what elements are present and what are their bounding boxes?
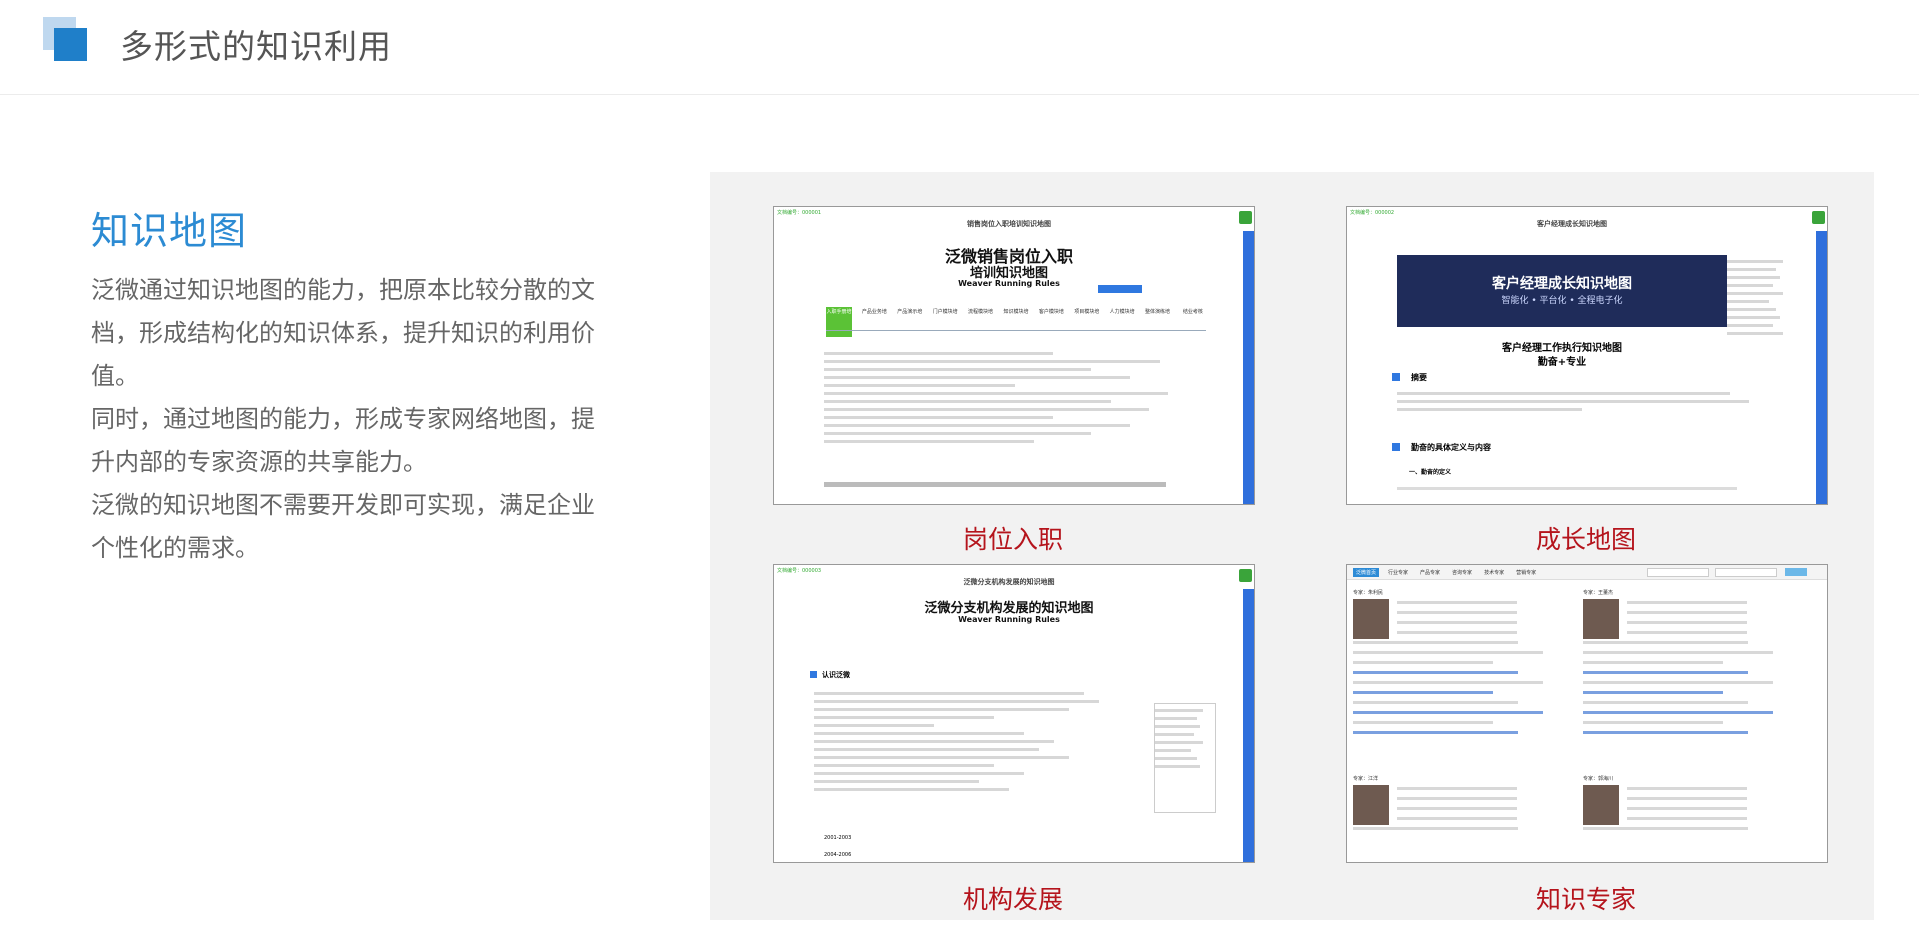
intro-paragraph-3: 泛微的知识地图不需要开发即可实现，满足企业个性化的需求。 bbox=[91, 491, 595, 562]
card-caption-2: 成长地图 bbox=[1535, 525, 1636, 554]
scrollbar[interactable] bbox=[824, 482, 1166, 487]
search-button[interactable] bbox=[1785, 568, 1807, 576]
avatar bbox=[1353, 599, 1389, 639]
card-caption-3: 机构发展 bbox=[962, 885, 1063, 914]
section-heading-2: 勤奋的具体定义与内容 bbox=[1411, 443, 1491, 452]
doc-title: 客户经理工作执行知识地图 bbox=[1502, 343, 1622, 354]
page-title: 多形式的知识利用 bbox=[120, 27, 392, 66]
card-knowledge-experts[interactable]: 泛微首页 行业专家 产品专家 咨询专家 技术专家 营销专家 专家：朱利民 专家：王董杰 专家：… bbox=[1346, 564, 1828, 863]
doc-header: 泛微分支机构发展的知识地图 bbox=[963, 578, 1055, 586]
year-1: 2001-2003 bbox=[824, 835, 852, 841]
expert-name: 专家：王董杰 bbox=[1583, 590, 1614, 596]
avatar bbox=[1353, 785, 1389, 825]
expert-tab[interactable]: 行业专家 bbox=[1385, 568, 1411, 577]
doc-subtitle: Weaver Running Rules bbox=[958, 279, 1060, 288]
year-2: 2004-2006 bbox=[824, 852, 852, 858]
intro-paragraph-1: 泛微通过知识地图的能力，把原本比较分散的文档，形成结构化的知识体系，提升知识的利… bbox=[91, 276, 595, 390]
step-label[interactable]: 产品演示培 bbox=[897, 308, 923, 320]
content-lines bbox=[824, 347, 1206, 448]
step-label[interactable]: 结业考核 bbox=[1180, 308, 1206, 320]
expert-block[interactable]: 专家：朱利民 bbox=[1353, 589, 1575, 764]
doc-header: 客户经理成长知识地图 bbox=[1537, 220, 1607, 228]
content-lines bbox=[814, 687, 1114, 796]
step-label[interactable]: 产品业务培 bbox=[861, 308, 887, 320]
step-label[interactable]: 知识模块培 bbox=[1003, 308, 1029, 320]
side-bar bbox=[1243, 589, 1254, 862]
banner-subtitle: 智能化 • 平台化 • 全程电子化 bbox=[1501, 296, 1623, 306]
card-branch-development[interactable]: 文档编号：000003 泛微分支机构发展的知识地图 泛微分支机构发展的知识地图 … bbox=[773, 564, 1255, 863]
banner-title: 客户经理成长知识地图 bbox=[1492, 276, 1632, 292]
search-input-2[interactable] bbox=[1715, 568, 1777, 577]
logo-square-blue bbox=[54, 28, 87, 61]
expert-block[interactable]: 专家：王董杰 bbox=[1583, 589, 1805, 764]
section-heading-3: 一、勤奋的定义 bbox=[1409, 469, 1452, 476]
green-icon[interactable] bbox=[1239, 211, 1252, 224]
expert-tab[interactable]: 技术专家 bbox=[1481, 568, 1507, 577]
avatar bbox=[1583, 599, 1619, 639]
expert-name: 专家：郭海川 bbox=[1583, 776, 1614, 782]
screenshot-gallery: 文档编号：000001 销售岗位入职培训知识地图 泛微销售岗位入职 培训知识地图… bbox=[710, 172, 1874, 920]
section-heading-1: 摘要 bbox=[1411, 373, 1427, 382]
card-caption-1: 岗位入职 bbox=[962, 525, 1063, 554]
step-label[interactable]: 流程模块培 bbox=[968, 308, 994, 320]
avatar bbox=[1583, 785, 1619, 825]
section-title: 知识地图 bbox=[91, 209, 248, 253]
doc-title: 泛微分支机构发展的知识地图 bbox=[924, 601, 1094, 616]
step-row: 入职手册培 产品业务培 产品演示培 门户模块培 流程模块培 知识模块培 客户模块培 项目模块培… bbox=[826, 308, 1206, 320]
intro-paragraph-2: 同时，通过地图的能力，形成专家网络地图，提升内部的专家资源的共享能力。 bbox=[91, 405, 595, 476]
step-label[interactable]: 门户模块培 bbox=[932, 308, 958, 320]
banner-image: 客户经理成长知识地图 智能化 • 平台化 • 全程电子化 bbox=[1397, 255, 1727, 327]
search-input[interactable] bbox=[1647, 568, 1709, 577]
expert-tab[interactable]: 泛微首页 bbox=[1353, 567, 1380, 577]
expert-name: 专家：朱利民 bbox=[1353, 590, 1384, 596]
side-bar bbox=[1243, 231, 1254, 504]
content-lines bbox=[1397, 387, 1767, 416]
toc-box bbox=[1154, 703, 1216, 813]
green-icon[interactable] bbox=[1239, 569, 1252, 582]
step-label[interactable]: 整体演练培 bbox=[1145, 308, 1171, 320]
doc-header: 销售岗位入职培训知识地图 bbox=[967, 220, 1051, 228]
section-heading: 认识泛微 bbox=[822, 671, 850, 679]
intro-section: 知识地图 泛微通过知识地图的能力，把原本比较分散的文档，形成结构化的知识体系，提… bbox=[91, 200, 601, 570]
expert-block[interactable]: 专家：郭海川 bbox=[1583, 775, 1805, 855]
card-growth-map[interactable]: 文档编号：000002 客户经理成长知识地图 客户经理成长知识地图 智能化 • … bbox=[1346, 206, 1828, 505]
blue-action-button[interactable] bbox=[1098, 285, 1142, 293]
toc-lines bbox=[1727, 255, 1797, 375]
side-bar bbox=[1816, 231, 1827, 504]
doc-subtitle: Weaver Running Rules bbox=[958, 615, 1060, 624]
expert-tab[interactable]: 产品专家 bbox=[1417, 568, 1443, 577]
expert-block[interactable]: 专家：江洋 bbox=[1353, 775, 1575, 855]
expert-name: 专家：江洋 bbox=[1353, 776, 1379, 782]
step-label[interactable]: 人力模块培 bbox=[1109, 308, 1135, 320]
card-job-onboarding[interactable]: 文档编号：000001 销售岗位入职培训知识地图 泛微销售岗位入职 培训知识地图… bbox=[773, 206, 1255, 505]
step-label[interactable]: 项目模块培 bbox=[1074, 308, 1100, 320]
expert-tab[interactable]: 营销专家 bbox=[1513, 568, 1539, 577]
card-caption-4: 知识专家 bbox=[1535, 885, 1636, 914]
page-header: 多形式的知识利用 bbox=[0, 0, 1919, 95]
expert-tab[interactable]: 咨询专家 bbox=[1449, 568, 1475, 577]
step-label[interactable]: 客户模块培 bbox=[1038, 308, 1064, 320]
doc-title-2: 勤奋+专业 bbox=[1537, 357, 1587, 368]
step-label[interactable]: 入职手册培 bbox=[826, 308, 852, 320]
green-icon[interactable] bbox=[1812, 211, 1825, 224]
